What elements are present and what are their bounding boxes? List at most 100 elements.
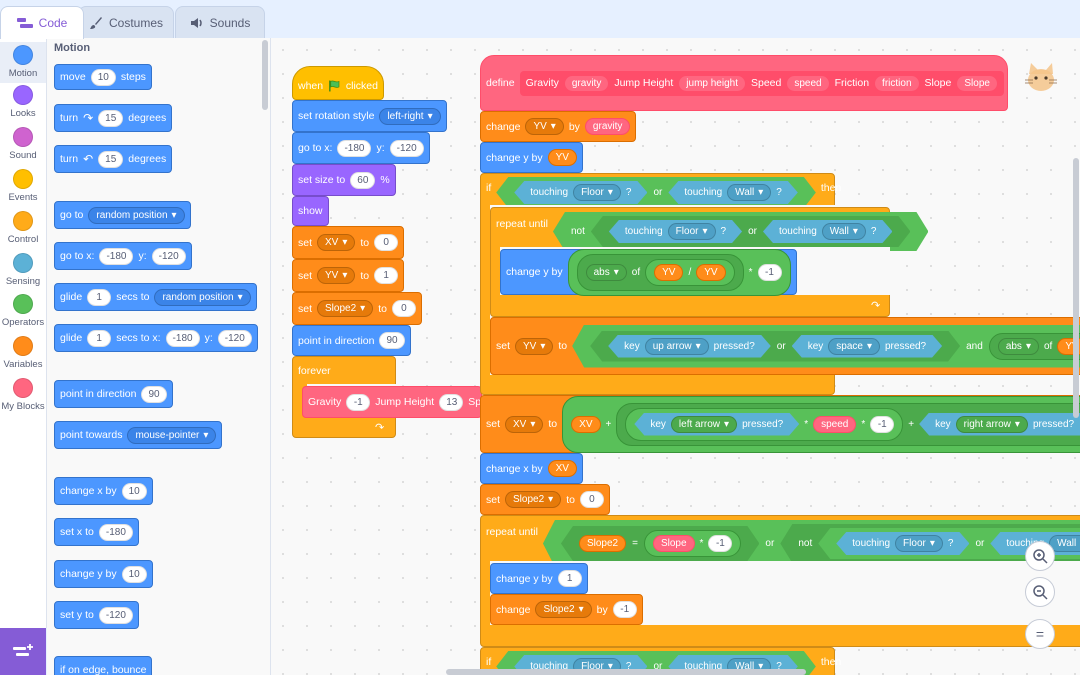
slope-param[interactable]: Slope	[956, 74, 998, 92]
palette-change-y-block[interactable]: change y by 10	[54, 560, 153, 588]
xv-reporter[interactable]: XV	[571, 415, 601, 433]
direction-input[interactable]: 90	[379, 332, 405, 349]
abs-operator[interactable]: absof YV / YV	[576, 253, 744, 291]
set-yv-block[interactable]: set YV to 1	[292, 259, 405, 292]
y-input[interactable]: -120	[217, 329, 252, 347]
workspace-horizontal-scrollbar[interactable]	[446, 669, 806, 675]
jump-height-param[interactable]: jump height	[678, 74, 746, 92]
tab-code[interactable]: Code	[0, 6, 84, 39]
point-target-dropdown[interactable]: mouse-pointer	[127, 426, 217, 444]
variable-dropdown[interactable]: YV	[525, 118, 564, 135]
gravity-input[interactable]: -1	[346, 393, 371, 411]
zoom-in-button[interactable]	[1025, 541, 1055, 571]
or-operator[interactable]: touching Floor? or touching Wall?	[591, 216, 911, 247]
palette-glide-xy-block[interactable]: glide 1 secs to x: -180 y: -120	[54, 324, 258, 352]
y-input[interactable]: -120	[389, 139, 424, 157]
secs-input[interactable]: 1	[87, 288, 112, 306]
y-input[interactable]: 10	[121, 565, 147, 583]
divide-operator[interactable]: YV / YV	[645, 258, 735, 286]
touching-target-dropdown[interactable]: Floor	[668, 223, 716, 240]
variable-dropdown[interactable]: YV	[515, 337, 554, 355]
variable-dropdown[interactable]: XV	[317, 234, 356, 251]
palette-point-direction-block[interactable]: point in direction 90	[54, 380, 173, 408]
category-variables[interactable]: Variables	[0, 336, 46, 370]
secs-input[interactable]: 1	[87, 329, 112, 347]
touching-target-dropdown[interactable]: Wall	[822, 223, 866, 240]
define-gravity-hat[interactable]: define Gravity gravity Jump Height jump he…	[480, 55, 1008, 111]
x-input[interactable]: 10	[121, 482, 147, 500]
set-slope2-block[interactable]: set Slope2 to 0	[480, 484, 610, 515]
category-sensing[interactable]: Sensing	[0, 253, 46, 287]
and-operator[interactable]: keyup arrowpressed? or keyspacepressed? …	[572, 325, 1080, 368]
zoom-out-button[interactable]	[1025, 577, 1055, 607]
change-y-by-1-block[interactable]: change y by 1	[490, 563, 588, 594]
touching-target-dropdown[interactable]: Floor	[895, 535, 943, 552]
gravity-param[interactable]: gravity	[563, 74, 610, 92]
yv-reporter[interactable]: YV	[696, 263, 726, 281]
value-input[interactable]: 1	[374, 267, 399, 284]
touching-wall-sensor[interactable]: touching Wall?	[763, 220, 892, 243]
value-input[interactable]: 1	[557, 570, 582, 587]
add-operator[interactable]: XV + key left arrow pressed? * speed * -1 + ke…	[562, 395, 1080, 453]
x-input[interactable]: -180	[165, 329, 200, 347]
x-input[interactable]: -180	[99, 247, 134, 265]
script-workspace[interactable]: when clicked set rotation style left-righ…	[271, 38, 1080, 675]
category-control[interactable]: Control	[0, 211, 46, 245]
touching-target-dropdown[interactable]: Floor	[573, 184, 621, 201]
category-looks[interactable]: Looks	[0, 85, 46, 119]
yv-reporter[interactable]: YV	[654, 263, 684, 281]
add-operator[interactable]: keyleft arrowpressed? *speed*-1 + keyrig…	[616, 402, 1080, 446]
y-input[interactable]: -120	[98, 606, 133, 624]
key-right-arrow-sensor[interactable]: key right arrow pressed?	[919, 413, 1080, 436]
category-events[interactable]: Events	[0, 169, 46, 203]
xv-reporter[interactable]: XV	[547, 460, 577, 477]
speed-reporter[interactable]: speed	[813, 415, 857, 433]
direction-input[interactable]: 90	[141, 385, 167, 403]
equals-operator[interactable]: Slope2 = Slope * -1	[561, 526, 759, 561]
jump-height-input[interactable]: 13	[439, 393, 464, 411]
or-operator[interactable]: key up arrow pressed? or key space pressed?	[590, 331, 960, 362]
or-operator[interactable]: Slope2 = Slope * -1 or not touching Floor? o…	[543, 520, 1080, 567]
degrees-input[interactable]: 15	[98, 109, 124, 127]
change-yv-block[interactable]: change YV by gravity	[480, 111, 637, 142]
speed-param[interactable]: speed	[786, 74, 830, 92]
value-input[interactable]: 0	[374, 234, 399, 251]
multiply-operator[interactable]: absof YV / YV * -1	[567, 248, 791, 296]
touching-floor-sensor[interactable]: touching Floor?	[609, 220, 742, 243]
palette-glide-to-block[interactable]: glide 1 secs to random position	[54, 283, 257, 311]
size-input[interactable]: 60	[350, 171, 376, 189]
zoom-reset-button[interactable]: =	[1025, 619, 1055, 649]
x-input[interactable]: -180	[337, 139, 372, 157]
value-input[interactable]: -1	[612, 601, 637, 618]
slope2-reporter[interactable]: Slope2	[579, 535, 626, 552]
touching-floor-sensor[interactable]: touching Floor?	[836, 532, 969, 555]
add-extension-button[interactable]	[0, 628, 46, 675]
not-operator[interactable]: not touching Floor? or touching Wall?	[553, 212, 929, 251]
palette-scrollbar[interactable]	[262, 40, 268, 110]
abs-operator[interactable]: absofYV	[989, 333, 1080, 360]
value-input[interactable]: 0	[579, 491, 604, 508]
tab-sounds[interactable]: Sounds	[175, 6, 265, 38]
category-motion[interactable]: Motion	[0, 42, 46, 83]
x-input[interactable]: -180	[98, 523, 133, 541]
go-to-xy-block[interactable]: go to x: -180 y: -120	[292, 132, 430, 164]
category-sound[interactable]: Sound	[0, 127, 46, 161]
y-input[interactable]: -120	[151, 247, 186, 265]
show-block[interactable]: show	[292, 196, 329, 226]
glide-target-dropdown[interactable]: random position	[154, 288, 251, 306]
math-function-dropdown[interactable]: abs	[585, 263, 627, 281]
multiply-operator[interactable]: key left arrow pressed? * speed * -1	[625, 407, 904, 441]
math-function-dropdown[interactable]: abs	[998, 338, 1039, 355]
palette-turn-right-block[interactable]: turn ↷ 15 degrees	[54, 104, 173, 132]
set-rotation-style-block[interactable]: set rotation style left-right	[292, 100, 447, 132]
key-space-sensor[interactable]: key space pressed?	[792, 335, 942, 358]
key-dropdown[interactable]: left arrow	[671, 416, 737, 433]
goto-target-dropdown[interactable]: random position	[88, 206, 185, 224]
set-slope2-block[interactable]: set Slope2 to 0	[292, 292, 422, 325]
degrees-input[interactable]: 15	[98, 150, 124, 168]
change-y-by-yv-block[interactable]: change y by YV	[480, 142, 583, 173]
variable-dropdown[interactable]: Slope2	[535, 601, 592, 618]
touching-floor-sensor[interactable]: touching Floor?	[514, 181, 647, 204]
set-yv-key-block[interactable]: setYVto keyup arrowpressed? or keyspacep…	[490, 317, 1080, 375]
workspace-vertical-scrollbar[interactable]	[1073, 158, 1079, 418]
